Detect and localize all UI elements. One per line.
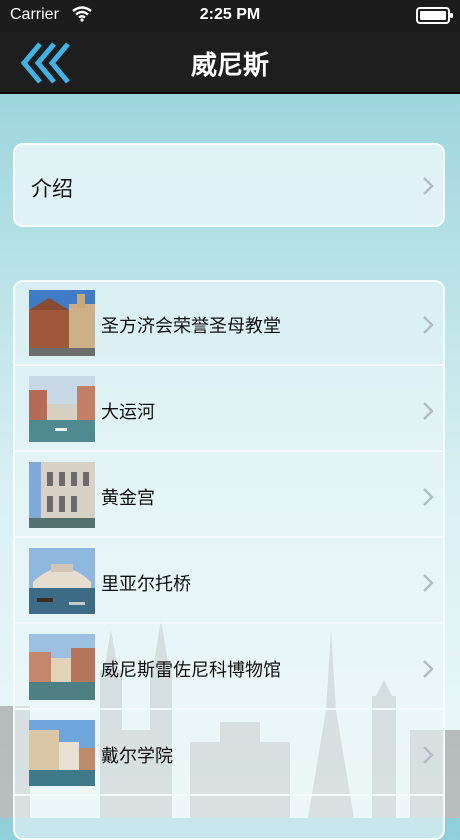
list-item[interactable]: 戴尔学院: [15, 712, 443, 796]
place-name: 大运河: [101, 402, 155, 423]
chevron-right-icon: [423, 177, 434, 195]
list-item[interactable]: 威尼斯雷佐尼科博物馆: [15, 626, 443, 710]
chevron-right-icon: [423, 574, 434, 592]
place-thumbnail: [29, 462, 95, 528]
list-item[interactable]: 黄金宫: [15, 454, 443, 538]
intro-row[interactable]: 介绍: [13, 143, 445, 227]
chevron-right-icon: [423, 660, 434, 678]
place-thumbnail: [29, 720, 95, 786]
place-name: 威尼斯雷佐尼科博物馆: [101, 660, 281, 681]
chevron-right-icon: [423, 746, 434, 764]
status-bar: Carrier 2:25 PM: [0, 0, 460, 32]
place-thumbnail: [29, 376, 95, 442]
place-name: 里亚尔托桥: [101, 574, 191, 595]
places-list: 圣方济会荣誉圣母教堂 大运河 黄金宫 里亚尔托桥 威尼斯雷佐尼科博物馆 戴尔学院: [13, 280, 445, 840]
chevron-right-icon: [423, 402, 434, 420]
navigation-bar: 威尼斯: [0, 32, 460, 94]
chevron-right-icon: [423, 488, 434, 506]
chevron-right-icon: [423, 316, 434, 334]
page-title: 威尼斯: [190, 51, 269, 81]
list-item[interactable]: 大运河: [15, 368, 443, 452]
battery-icon: [416, 7, 453, 24]
intro-label: 介绍: [31, 177, 73, 201]
place-name: 戴尔学院: [101, 746, 173, 767]
place-thumbnail: [29, 290, 95, 356]
place-thumbnail: [29, 548, 95, 614]
place-name: 黄金宫: [101, 488, 155, 509]
list-item[interactable]: 圣方济会荣誉圣母教堂: [15, 282, 443, 366]
list-item[interactable]: 里亚尔托桥: [15, 540, 443, 624]
place-thumbnail: [29, 634, 95, 700]
place-name: 圣方济会荣誉圣母教堂: [101, 316, 281, 337]
status-time: 2:25 PM: [199, 6, 261, 23]
